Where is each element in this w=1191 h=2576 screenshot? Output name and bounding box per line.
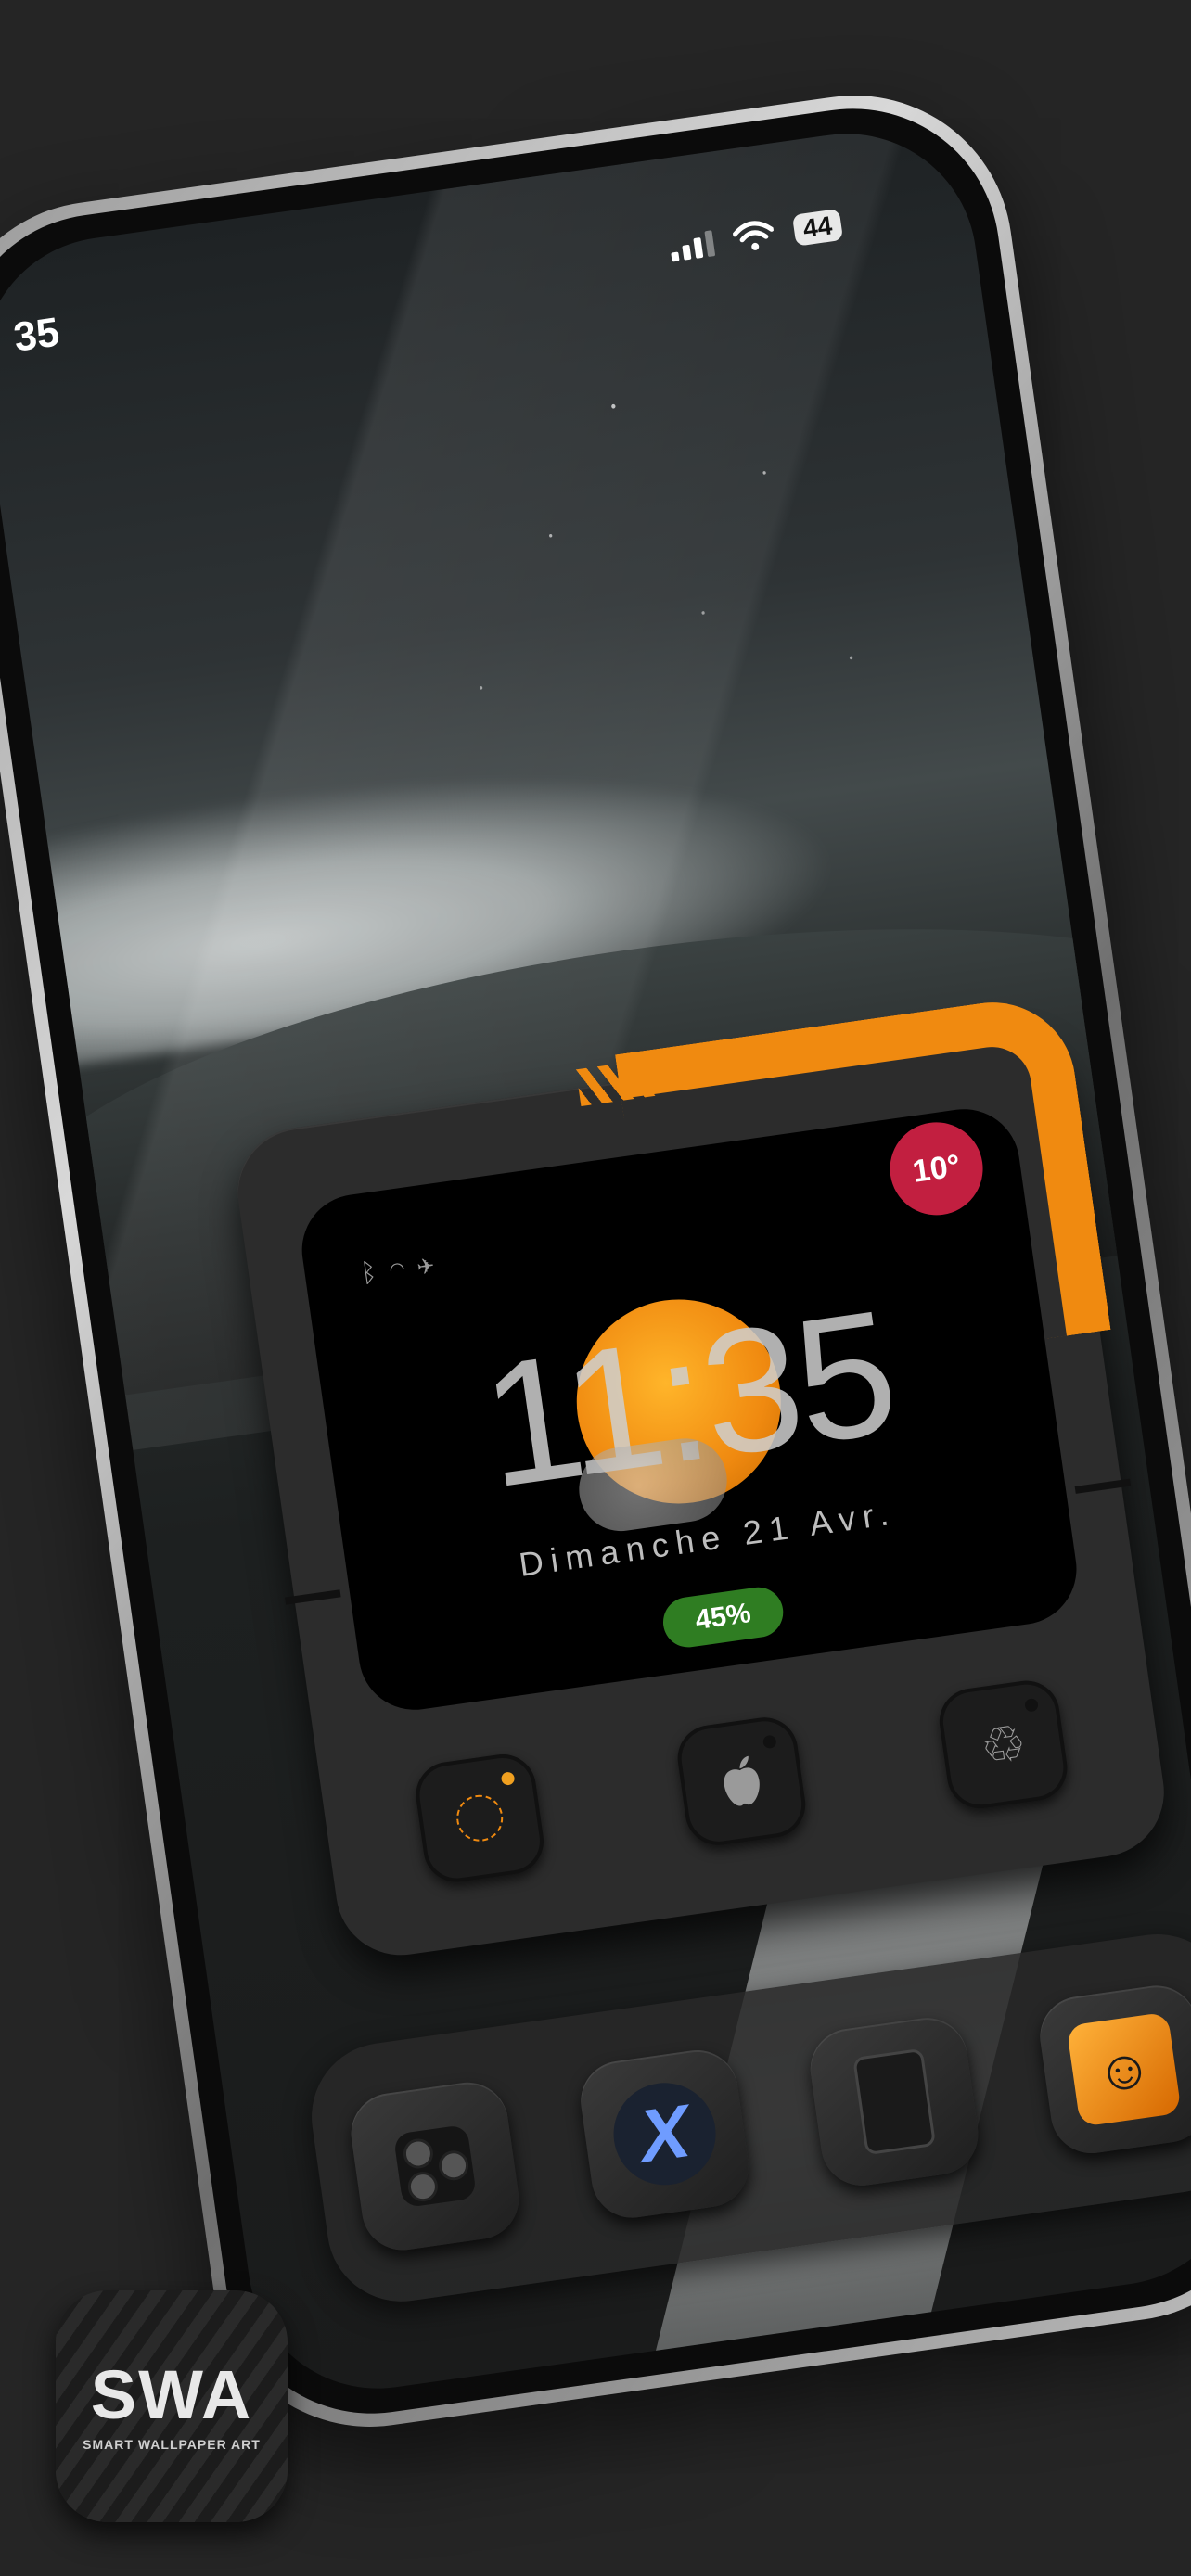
finder-icon: ☺ xyxy=(1066,2011,1182,2127)
camera-icon xyxy=(392,2123,478,2209)
battery-percent-pill: 45% xyxy=(660,1584,787,1651)
focus-button[interactable] xyxy=(411,1750,548,1887)
swa-title: SWA xyxy=(90,2356,253,2433)
status-time: 35 xyxy=(10,309,63,361)
bluetooth-icon: ᛒ xyxy=(359,1255,391,1288)
apple-button[interactable] xyxy=(673,1713,810,1850)
airplane-mode-icon: ✈ xyxy=(416,1247,448,1281)
home-screen: 35 44 ᛒ◠✈ 10° 11:35 Dimanche 21 Avr. 45%… xyxy=(0,117,1191,2405)
wallet-app[interactable] xyxy=(805,2012,984,2191)
temperature-badge: 10° xyxy=(884,1116,990,1221)
widget-button-row: ♲ xyxy=(411,1676,1072,1887)
focus-ring-icon xyxy=(453,1792,506,1844)
phone-bezel: 35 44 ᛒ◠✈ 10° 11:35 Dimanche 21 Avr. 45%… xyxy=(0,89,1191,2433)
x-logo-icon: X xyxy=(607,2076,723,2192)
wifi-icon: ◠ xyxy=(387,1251,420,1284)
widget-slot-right xyxy=(1074,1478,1132,1494)
cellular-signal-icon xyxy=(668,228,716,262)
indicator-dot xyxy=(762,1734,777,1750)
clock-area: 11:35 xyxy=(452,1259,921,1537)
battery-indicator: 44 xyxy=(791,208,844,247)
wifi-icon xyxy=(732,221,775,250)
widget-slot-left xyxy=(285,1589,341,1605)
clock-widget[interactable]: ᛒ◠✈ 10° 11:35 Dimanche 21 Avr. 45% ♲ xyxy=(229,991,1172,1964)
widget-display: ᛒ◠✈ 10° 11:35 Dimanche 21 Avr. 45% xyxy=(294,1102,1084,1717)
finder-app[interactable]: ☺ xyxy=(1034,1980,1191,2159)
widget-status-icons: ᛒ◠✈ xyxy=(359,1247,448,1289)
indicator-dot xyxy=(1024,1697,1039,1713)
indicator-dot xyxy=(500,1771,516,1786)
swa-app-badge: SWA SMART WALLPAPER ART xyxy=(56,2290,288,2522)
swa-subtitle: SMART WALLPAPER ART xyxy=(83,2437,261,2452)
apple-logo-icon xyxy=(724,1755,760,1806)
recycle-button[interactable]: ♲ xyxy=(935,1676,1072,1813)
stage: 35 44 ᛒ◠✈ 10° 11:35 Dimanche 21 Avr. 45%… xyxy=(0,0,1191,2576)
recycle-icon: ♲ xyxy=(977,1714,1030,1776)
phone-mockup: 35 44 ᛒ◠✈ 10° 11:35 Dimanche 21 Avr. 45%… xyxy=(0,75,1191,2447)
x-app[interactable]: X xyxy=(575,2045,754,2224)
wallet-icon xyxy=(852,2047,937,2156)
camera-app[interactable] xyxy=(345,2077,524,2256)
